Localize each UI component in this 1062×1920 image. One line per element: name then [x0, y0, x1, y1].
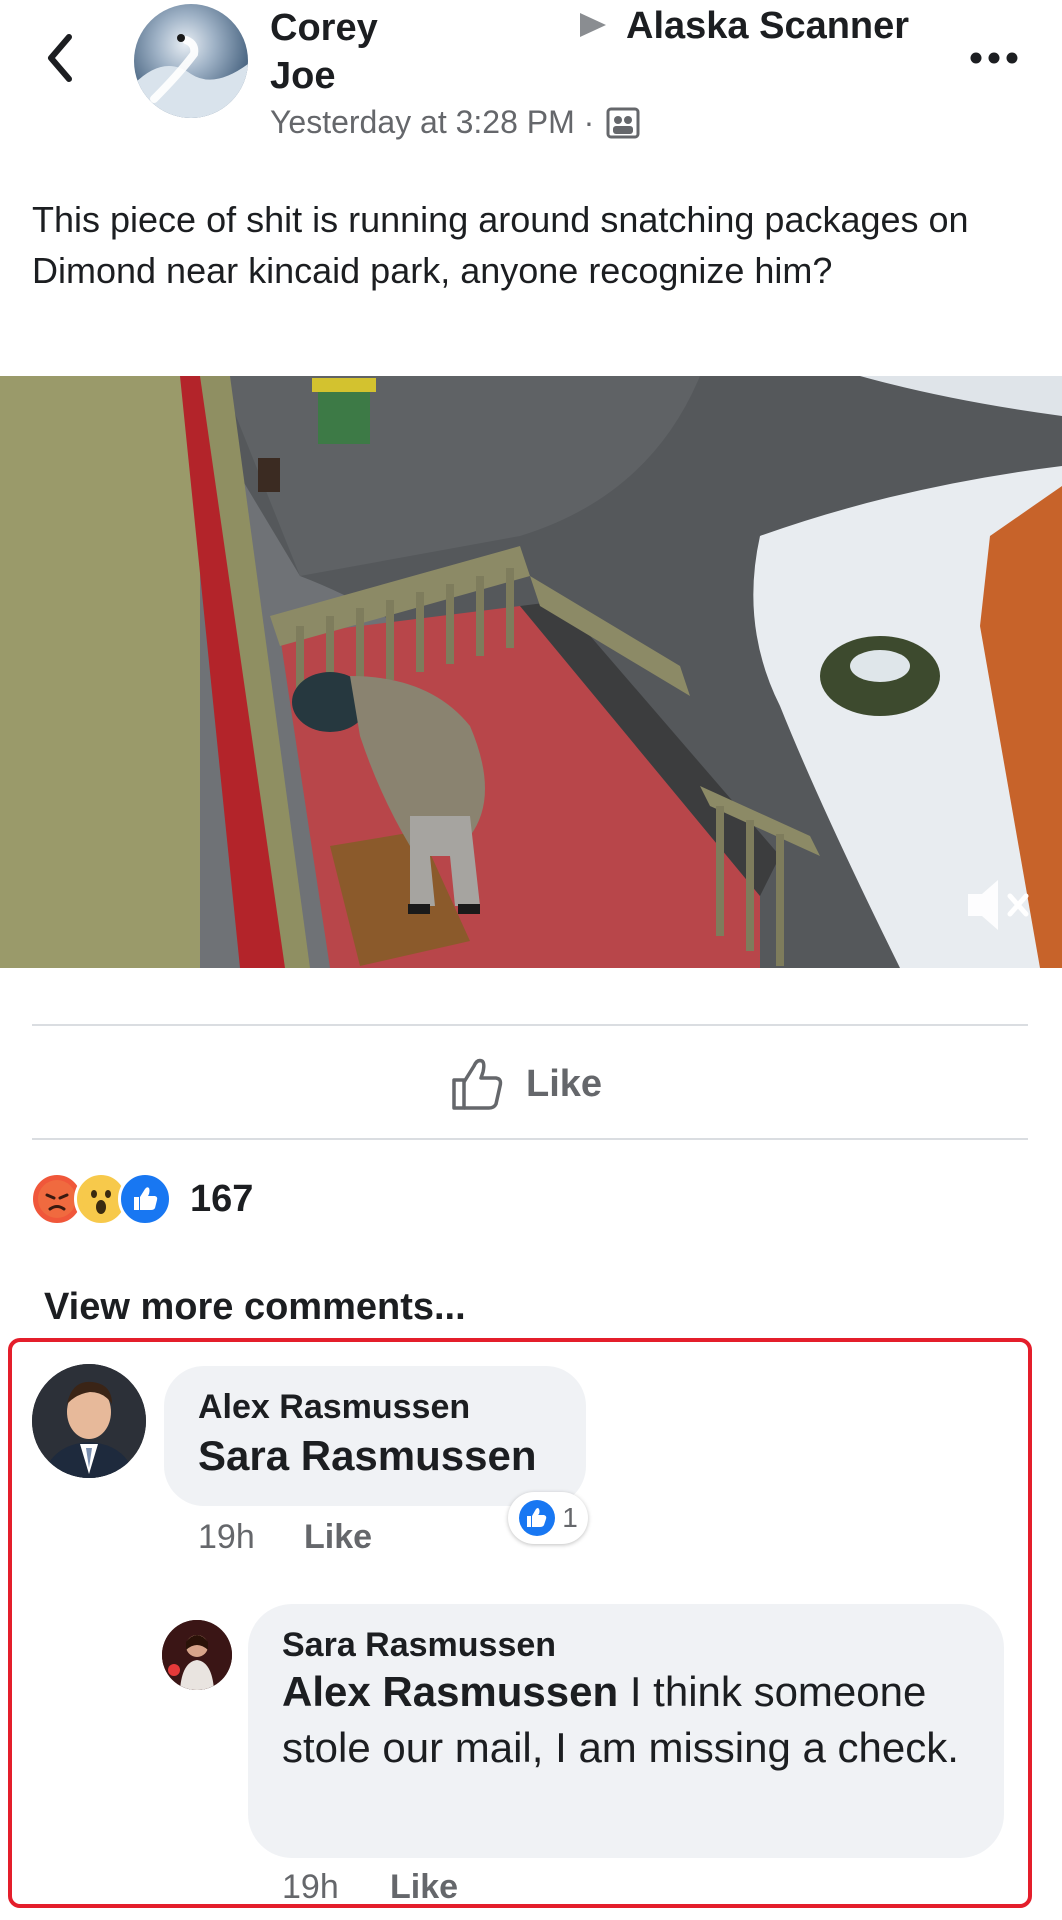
reply-mention[interactable]: Alex Rasmussen — [282, 1668, 618, 1715]
reply-author[interactable]: Sara Rasmussen — [282, 1626, 556, 1665]
comment-text[interactable]: Sara Rasmussen — [198, 1428, 537, 1484]
reaction-count: 167 — [190, 1177, 254, 1220]
reply-avatar[interactable] — [162, 1620, 232, 1690]
avatar-image — [134, 34, 248, 118]
author-avatar[interactable] — [134, 4, 248, 118]
reactions-summary[interactable]: 167 — [30, 1172, 253, 1226]
comment-time: 19h — [198, 1518, 255, 1556]
post-body-text: This piece of shit is running around sna… — [32, 199, 969, 291]
reaction-count: 1 — [562, 1502, 578, 1533]
like-button[interactable]: Like — [450, 1052, 602, 1116]
like-reaction-icon — [118, 1172, 172, 1226]
view-more-comments-link[interactable]: View more comments... — [44, 1286, 466, 1329]
speaker-muted-icon — [968, 880, 1029, 930]
group-privacy-icon — [606, 107, 640, 138]
comment-like-button[interactable]: Like — [304, 1518, 372, 1557]
video-frame — [0, 376, 1062, 968]
avatar-image — [162, 1620, 232, 1690]
avatar-image — [32, 1364, 146, 1478]
group-name[interactable]: Alaska Scanner — [626, 2, 909, 50]
divider-bottom — [32, 1138, 1028, 1140]
chevron-left-icon — [48, 34, 72, 82]
comment-reaction-count[interactable]: 1 — [508, 1492, 588, 1544]
comment-bubble: Alex Rasmussen Sara Rasmussen — [164, 1366, 586, 1506]
like-reaction-icon — [519, 1500, 556, 1536]
thumbs-up-icon — [452, 1058, 503, 1110]
arrow-right-icon — [578, 12, 608, 43]
reply-time: 19h — [282, 1868, 339, 1906]
timestamp-text: Yesterday at 3:28 PM · — [270, 104, 595, 140]
post-timestamp: Yesterday at 3:28 PM · — [270, 104, 640, 141]
back-button[interactable] — [38, 28, 82, 88]
mute-button[interactable] — [964, 874, 1034, 936]
doorbell-video-player[interactable] — [0, 376, 1062, 968]
reply-bubble: Sara Rasmussen Alex Rasmussen I think so… — [248, 1604, 1004, 1858]
comment-author[interactable]: Alex Rasmussen — [198, 1388, 470, 1427]
commenter-avatar[interactable] — [32, 1364, 146, 1478]
reply-text: Alex Rasmussen I think someone stole our… — [282, 1664, 982, 1776]
reply-like-button[interactable]: Like — [390, 1868, 458, 1907]
like-label: Like — [526, 1062, 603, 1105]
divider-top — [32, 1024, 1028, 1026]
author-name[interactable]: Corey Joe — [270, 4, 430, 100]
ellipsis-icon — [970, 52, 1018, 64]
more-options-button[interactable] — [966, 38, 1022, 78]
